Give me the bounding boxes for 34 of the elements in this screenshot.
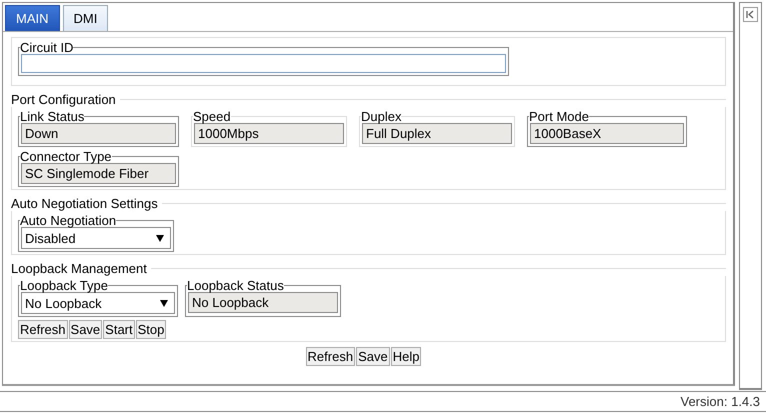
readonly-field: Full Duplex	[362, 123, 512, 144]
action-button[interactable]: Start	[103, 320, 135, 339]
field-label: Speed	[193, 110, 231, 123]
dropdown[interactable]: Disabled	[21, 227, 171, 249]
readonly-field: 1000Mbps	[194, 123, 344, 144]
readonly-field: Down	[21, 123, 176, 144]
tab[interactable]: MAIN	[5, 5, 60, 31]
action-button[interactable]: Stop	[136, 320, 166, 339]
readonly-field: 1000BaseX	[530, 123, 684, 144]
field-label: Duplex	[361, 110, 402, 123]
section-title: Auto Negotiation Settings	[11, 196, 158, 211]
section-title: Port Configuration	[11, 92, 116, 107]
section-title: Loopback Management	[11, 261, 147, 276]
action-button[interactable]: Refresh	[18, 320, 68, 339]
field-label: Loopback Status	[187, 279, 284, 292]
collapse-icon[interactable]	[743, 7, 758, 22]
dropdown[interactable]: No Loopback	[21, 292, 175, 314]
version-text: Version: 1.4.3	[680, 394, 760, 409]
field-label: Port Mode	[529, 110, 589, 123]
dropdown-arrow-icon	[156, 234, 164, 242]
tab[interactable]: DMI	[62, 5, 108, 31]
field-label: Circuit ID	[20, 41, 74, 54]
text-field[interactable]	[21, 54, 506, 73]
dropdown-arrow-icon	[160, 300, 168, 306]
readonly-field: No Loopback	[188, 292, 338, 313]
action-button[interactable]: Save	[68, 320, 102, 339]
field-label: Loopback Type	[20, 279, 108, 292]
action-button[interactable]: Save	[356, 347, 390, 366]
action-button[interactable]: Refresh	[306, 347, 356, 366]
field-label: Link Status	[20, 110, 84, 123]
readonly-field: SC Singlemode Fiber	[21, 163, 176, 184]
field-label: Connector Type	[20, 150, 112, 163]
field-label: Auto Negotiation	[20, 214, 116, 227]
action-button[interactable]: Help	[390, 347, 422, 366]
